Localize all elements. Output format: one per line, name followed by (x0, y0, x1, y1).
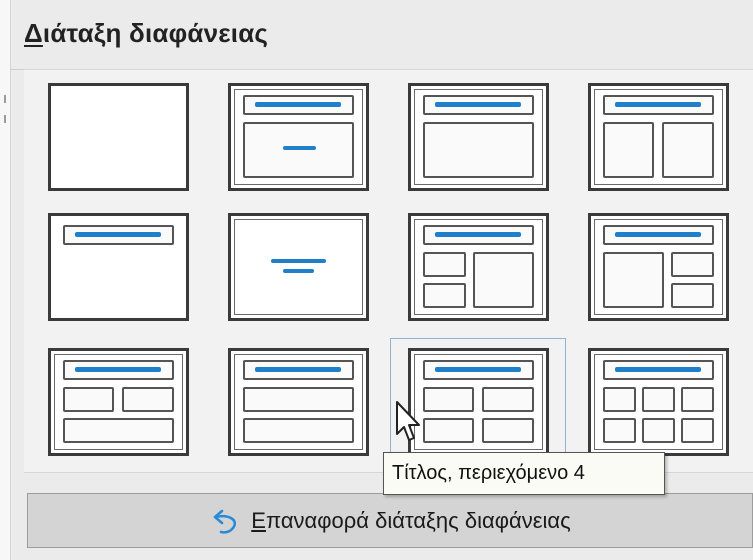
title-placeholder (602, 95, 714, 115)
layout-thumbnail (587, 213, 729, 321)
content-placeholder (242, 387, 354, 412)
content-placeholder (602, 252, 664, 308)
layout-thumbnail (47, 213, 189, 321)
content-placeholder (422, 122, 534, 178)
undo-arrow-icon (209, 506, 243, 536)
layout-thumbnail (587, 83, 729, 191)
layout-thumbnail (47, 348, 189, 456)
content-placeholder (62, 387, 114, 412)
layout-thumbnail (227, 83, 369, 191)
content-placeholder (472, 252, 534, 308)
layout-grid (24, 69, 753, 473)
left-edge-strip (0, 0, 11, 560)
layout-title-content-over-content[interactable] (210, 338, 386, 466)
reset-button-label: Επαναφορά διάταξης διαφάνειας (251, 507, 571, 533)
layout-centered-text[interactable] (210, 203, 386, 331)
title-accelerator: Δ (24, 18, 43, 48)
layout-title-2-content-over-content[interactable] (30, 338, 206, 466)
layout-title-6-content[interactable] (570, 338, 746, 466)
subtitle-placeholder (242, 122, 354, 178)
title-placeholder (242, 360, 354, 380)
content-placeholder (670, 283, 714, 308)
layout-tooltip: Τίτλος, περιεχόμενο 4 (383, 452, 665, 495)
content-placeholder (602, 418, 636, 443)
layout-title-slide[interactable] (210, 73, 386, 201)
layout-title-only[interactable] (30, 203, 206, 331)
edge-mark (4, 115, 6, 123)
content-placeholder (661, 122, 714, 178)
title-placeholder (62, 360, 174, 380)
layout-thumbnail (587, 348, 729, 456)
title-placeholder (602, 225, 714, 245)
edge-mark (4, 95, 6, 103)
content-placeholder (602, 122, 654, 178)
content-placeholder (481, 387, 534, 412)
layout-title-content-and-2-content[interactable] (570, 203, 746, 331)
content-placeholder (121, 387, 174, 412)
layout-thumbnail (227, 213, 369, 321)
centered-line (270, 259, 326, 263)
layout-blank[interactable] (30, 73, 206, 201)
content-placeholder (422, 387, 474, 412)
content-placeholder (422, 283, 466, 308)
content-placeholder (422, 252, 466, 277)
title-placeholder (422, 95, 534, 115)
title-placeholder (602, 360, 714, 380)
content-placeholder (602, 387, 636, 412)
thumb-frame (233, 219, 363, 315)
title-placeholder (422, 360, 534, 380)
content-placeholder (680, 387, 714, 412)
content-placeholder (422, 418, 474, 443)
mouse-pointer-icon (396, 401, 420, 441)
layout-thumbnail (407, 348, 549, 456)
centered-line (282, 269, 314, 273)
content-placeholder (641, 387, 675, 412)
reset-slide-layout-button[interactable]: Επαναφορά διάταξης διαφάνειας (27, 493, 753, 548)
content-placeholder (481, 418, 534, 443)
layout-title-2-content-and-content[interactable] (390, 203, 566, 331)
panel-title: Διάταξη διαφάνειας (24, 18, 268, 49)
content-placeholder (62, 418, 174, 443)
title-placeholder (242, 95, 354, 115)
layout-title-content[interactable] (390, 73, 566, 201)
title-placeholder (422, 225, 534, 245)
content-placeholder (680, 418, 714, 443)
content-placeholder (641, 418, 675, 443)
content-placeholder (670, 252, 714, 277)
content-placeholder (242, 418, 354, 443)
title-placeholder (62, 225, 174, 245)
layout-title-2-content[interactable] (570, 73, 746, 201)
layout-thumbnail (407, 83, 549, 191)
layout-thumbnail (47, 83, 189, 191)
layout-thumbnail (227, 348, 369, 456)
title-text: ιάταξη διαφάνειας (42, 18, 269, 48)
layout-thumbnail (407, 213, 549, 321)
